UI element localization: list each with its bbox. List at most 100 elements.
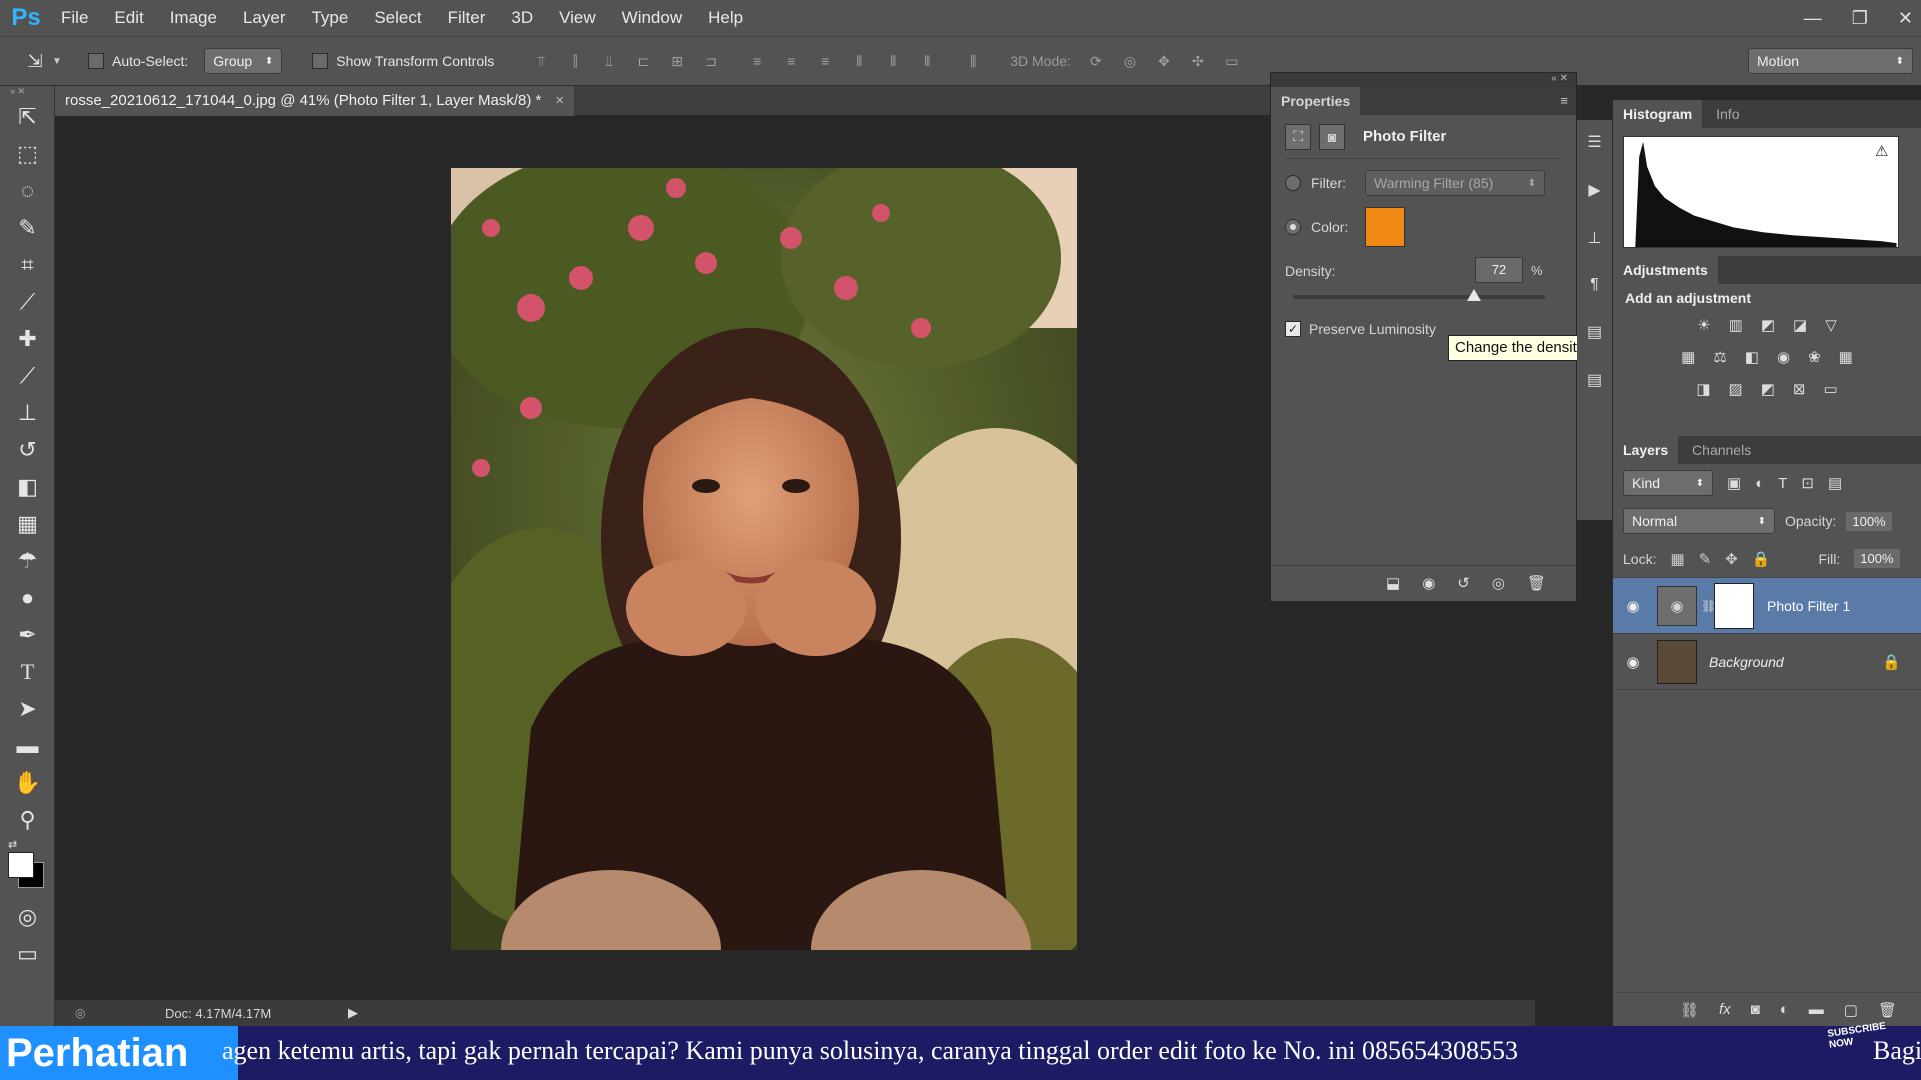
move-tool-icon[interactable]: ⇱ [0, 98, 55, 135]
distribute-hcenter-icon[interactable]: ⦀ [882, 51, 904, 71]
new-layer-icon[interactable]: ▢ [1844, 1001, 1858, 1019]
panel-collapse-icon[interactable]: « ✕ [1271, 73, 1576, 87]
view-previous-icon[interactable]: ◉ [1422, 574, 1435, 592]
brush-panel-icon[interactable]: ⊥ [1588, 228, 1602, 248]
distribute-left-icon[interactable]: ⦀ [848, 51, 870, 71]
color-lookup-icon[interactable]: ▦ [1839, 348, 1853, 366]
threshold-icon[interactable]: ◩ [1761, 380, 1775, 398]
eyedropper-tool-icon[interactable]: ⟋ [0, 283, 55, 320]
menu-filter[interactable]: Filter [435, 0, 499, 36]
pixel-filter-icon[interactable]: ▣ [1727, 474, 1741, 492]
blur-tool-icon[interactable]: ☂ [0, 542, 55, 579]
layer-name[interactable]: Background [1709, 654, 1784, 670]
menu-file[interactable]: File [48, 0, 101, 36]
opacity-input[interactable]: 100% [1846, 511, 1892, 531]
chevron-down-icon[interactable]: ▼ [46, 51, 68, 71]
filter-radio[interactable] [1285, 175, 1301, 191]
channel-mixer-icon[interactable]: ❀ [1808, 348, 1821, 366]
quick-select-tool-icon[interactable]: ✎ [0, 209, 55, 246]
minimize-button[interactable]: — [1804, 8, 1822, 29]
3d-slide-icon[interactable]: ✣ [1187, 51, 1209, 71]
type-tool-icon[interactable]: T [0, 653, 55, 690]
layer-name[interactable]: Photo Filter 1 [1767, 598, 1850, 614]
visibility-icon[interactable]: ◎ [1492, 574, 1505, 592]
filter-dropdown[interactable]: Warming Filter (85) ⬍ [1365, 170, 1545, 196]
hand-tool-icon[interactable]: ✋ [0, 764, 55, 801]
show-transform-checkbox[interactable] [312, 53, 329, 69]
shape-filter-icon[interactable]: ⊡ [1801, 474, 1814, 492]
align-vcenter-icon[interactable]: ⫿ [564, 51, 586, 71]
delete-layer-icon[interactable]: 🗑 [1878, 1001, 1897, 1019]
rectangle-tool-icon[interactable]: ▬ [0, 727, 55, 764]
lasso-tool-icon[interactable]: ◌ [0, 172, 55, 209]
clone-source-icon[interactable]: ¶ [1590, 276, 1599, 294]
vibrance-icon[interactable]: ▽ [1825, 316, 1837, 334]
lock-image-icon[interactable]: ✎ [1699, 550, 1712, 568]
swap-colors-icon[interactable]: ⇄ [8, 838, 17, 851]
auto-align-icon[interactable]: ⫼ [962, 51, 984, 71]
adjustment-icon[interactable]: ⛶ [1285, 123, 1311, 150]
history-brush-tool-icon[interactable]: ↺ [0, 431, 55, 468]
canvas-photo[interactable] [451, 168, 1077, 950]
density-slider-track[interactable] [1293, 289, 1545, 301]
brush-tool-icon[interactable]: ⟋ [0, 357, 55, 394]
density-input[interactable]: 72 [1475, 257, 1523, 283]
clone-stamp-tool-icon[interactable]: ⊥ [0, 394, 55, 431]
3d-roll-icon[interactable]: ◎ [1119, 51, 1141, 71]
menu-help[interactable]: Help [695, 0, 756, 36]
posterize-icon[interactable]: ▨ [1729, 380, 1743, 398]
reset-icon[interactable]: ↺ [1457, 574, 1470, 592]
selective-color-icon[interactable]: ⊠ [1793, 380, 1806, 398]
exposure-icon[interactable]: ◪ [1793, 316, 1807, 334]
curves-icon[interactable]: ◩ [1761, 316, 1775, 334]
path-select-tool-icon[interactable]: ➤ [0, 690, 55, 727]
density-slider-thumb[interactable] [1467, 289, 1482, 301]
menu-image[interactable]: Image [157, 0, 230, 36]
marquee-tool-icon[interactable]: ⬚ [0, 135, 55, 172]
menu-view[interactable]: View [546, 0, 609, 36]
character-panel-icon[interactable]: ▤ [1587, 322, 1602, 342]
tab-histogram[interactable]: Histogram [1613, 100, 1703, 128]
menu-layer[interactable]: Layer [230, 0, 299, 36]
healing-brush-tool-icon[interactable]: ✚ [0, 320, 55, 357]
link-layers-icon[interactable]: ⛓ [1680, 1001, 1699, 1019]
color-radio[interactable] [1285, 219, 1301, 235]
align-left-icon[interactable]: ⊏ [632, 51, 654, 71]
crop-tool-icon[interactable]: ⌗ [0, 246, 55, 283]
move-tool-preset-icon[interactable]: ⇲ [24, 51, 46, 71]
menu-window[interactable]: Window [609, 0, 695, 36]
layer-mask-thumbnail[interactable] [1714, 582, 1754, 629]
warning-icon[interactable]: ⚠ [1875, 142, 1888, 160]
3d-scale-icon[interactable]: ▭ [1221, 51, 1243, 71]
pen-tool-icon[interactable]: ✒ [0, 616, 55, 653]
eraser-tool-icon[interactable]: ◧ [0, 468, 55, 505]
lock-pixels-icon[interactable]: ▦ [1670, 550, 1684, 568]
blend-mode-dropdown[interactable]: Normal ⬍ [1623, 508, 1775, 534]
document-tab[interactable]: rosse_20210612_171044_0.jpg @ 41% (Photo… [55, 86, 575, 116]
actions-panel-icon[interactable]: ▶ [1588, 180, 1600, 200]
tab-adjustments[interactable]: Adjustments [1613, 256, 1718, 284]
color-swatches[interactable]: ⇄ [0, 838, 54, 898]
fx-icon[interactable]: fx [1719, 1001, 1731, 1018]
zoom-tool-icon[interactable]: ⚲ [0, 801, 55, 838]
black-white-icon[interactable]: ◧ [1745, 348, 1759, 366]
screen-mode-icon[interactable]: ▭ [0, 935, 55, 972]
auto-select-checkbox[interactable] [88, 53, 104, 69]
brightness-icon[interactable]: ☀ [1697, 316, 1710, 334]
smart-filter-icon[interactable]: ▤ [1828, 474, 1842, 492]
panel-menu-icon[interactable]: ≡ [1560, 87, 1568, 115]
paragraph-panel-icon[interactable]: ▤ [1587, 370, 1602, 390]
history-panel-icon[interactable]: ☰ [1587, 132, 1601, 152]
distribute-top-icon[interactable]: ≡ [746, 51, 768, 71]
eye-icon[interactable]: ◉ [1613, 653, 1653, 671]
align-hcenter-icon[interactable]: ⊞ [666, 51, 688, 71]
lock-all-icon[interactable]: 🔒 [1752, 550, 1771, 568]
close-window-button[interactable]: ✕ [1898, 8, 1913, 29]
tab-channels[interactable]: Channels [1682, 436, 1761, 464]
menu-type[interactable]: Type [298, 0, 361, 36]
menu-select[interactable]: Select [361, 0, 434, 36]
fill-input[interactable]: 100% [1854, 549, 1900, 568]
type-filter-icon[interactable]: T [1778, 475, 1787, 492]
3d-rotate-icon[interactable]: ⟳ [1085, 51, 1107, 71]
workspace-dropdown[interactable]: Motion ⬍ [1748, 48, 1913, 74]
